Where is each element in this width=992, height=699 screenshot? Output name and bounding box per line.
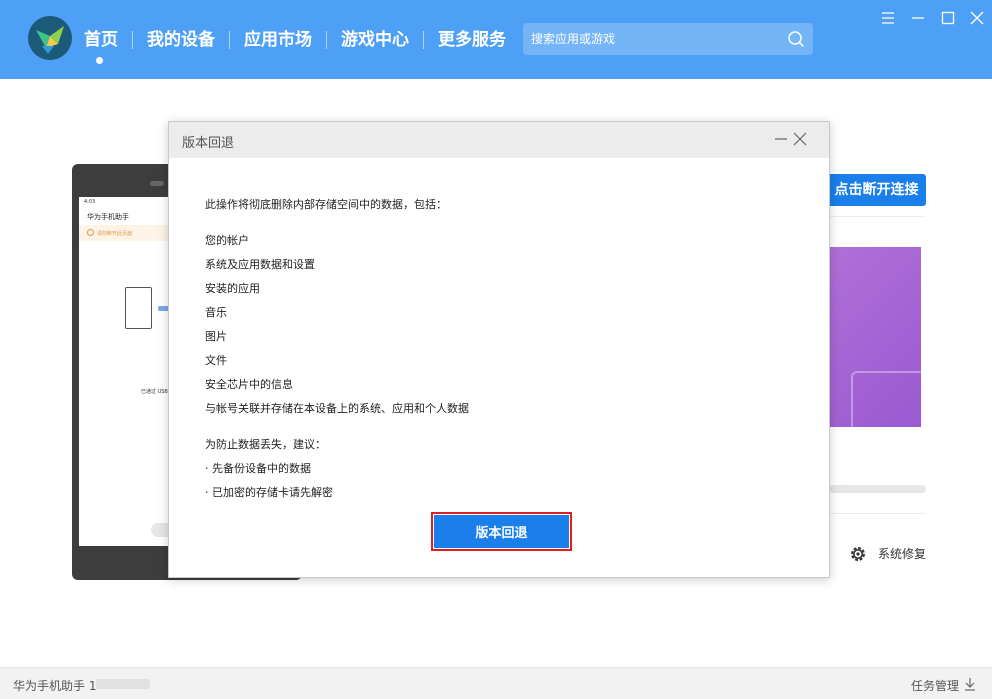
promo-card[interactable] [829, 247, 921, 427]
search-box [523, 23, 813, 55]
app-header: 首页 我的设备 应用市场 游戏中心 更多服务 [0, 0, 992, 79]
device-warning-text: 请勿断开此页面 [97, 231, 133, 237]
nav-home[interactable]: 首页 [84, 27, 132, 64]
advice-item: · 先备份设备中的数据 [205, 462, 311, 475]
device-app-title: 华为手机助手 [87, 213, 129, 221]
status-bar: 华为手机助手 1 任务管理 [0, 667, 992, 699]
list-item: 安全芯片中的信息 [205, 378, 293, 391]
device-speaker [150, 181, 164, 186]
redacted-version [96, 679, 150, 689]
nav-app-market[interactable]: 应用市场 [230, 27, 326, 53]
maximize-icon[interactable] [939, 9, 957, 27]
minimize-icon[interactable] [909, 9, 927, 27]
dialog-header: 版本回退 [169, 122, 829, 158]
divider [829, 216, 926, 217]
list-item: 文件 [205, 354, 227, 367]
phone-outline-icon [125, 287, 152, 329]
list-item: 音乐 [205, 306, 227, 319]
nav-game-center[interactable]: 游戏中心 [327, 27, 423, 53]
footer-app-version: 华为手机助手 1 [13, 679, 97, 693]
dialog-intro: 此操作将彻底删除内部存储空间中的数据，包括： [205, 198, 447, 211]
disconnect-button[interactable]: 点击断开连接 [815, 174, 926, 206]
nav-more-services[interactable]: 更多服务 [424, 27, 520, 53]
nav-active-dot [96, 57, 103, 64]
list-item: 系统及应用数据和设置 [205, 258, 315, 271]
list-item: 图片 [205, 330, 227, 343]
folder-icon [851, 371, 921, 427]
advice-item: · 已加密的存储卡请先解密 [205, 486, 333, 499]
rollback-dialog: 版本回退 此操作将彻底删除内部存储空间中的数据，包括： 您的帐户 系统及应用数据… [168, 121, 830, 578]
storage-progress [829, 485, 926, 493]
minimize-icon[interactable] [774, 132, 788, 146]
warning-icon [87, 229, 94, 236]
search-icon[interactable] [787, 30, 805, 48]
close-icon[interactable] [793, 132, 807, 146]
close-icon[interactable] [968, 9, 986, 27]
dialog-title: 版本回退 [182, 136, 235, 151]
app-logo-icon[interactable] [28, 16, 72, 60]
list-item: 与帐号关联并存储在本设备上的系统、应用和个人数据 [205, 402, 469, 415]
divider [829, 513, 926, 514]
download-icon[interactable] [963, 676, 977, 692]
list-item: 您的帐户 [205, 234, 249, 247]
menu-icon[interactable] [879, 9, 897, 27]
task-manager-link[interactable]: 任务管理 [911, 677, 959, 694]
gear-icon[interactable] [848, 544, 868, 564]
nav-my-devices[interactable]: 我的设备 [133, 27, 229, 53]
rollback-confirm-button[interactable]: 版本回退 [434, 515, 569, 548]
system-repair-label[interactable]: 系统修复 [878, 545, 926, 562]
advice-title: 为防止数据丢失，建议： [205, 438, 326, 451]
main-nav: 首页 我的设备 应用市场 游戏中心 更多服务 [84, 27, 520, 64]
list-item: 安装的应用 [205, 282, 260, 295]
device-status-time: 4:03 [84, 199, 96, 205]
search-input[interactable] [531, 23, 781, 55]
device-usb-text: 已通过 USB [141, 389, 168, 395]
